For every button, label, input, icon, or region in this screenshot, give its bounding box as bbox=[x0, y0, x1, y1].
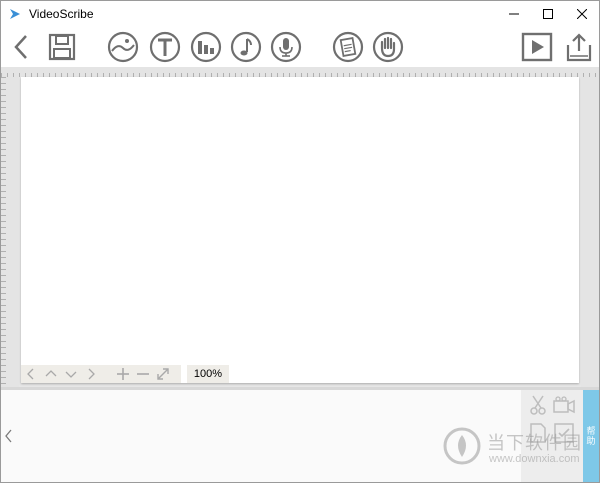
watermark-logo-icon bbox=[443, 427, 481, 465]
add-image-button[interactable] bbox=[106, 30, 140, 64]
back-button[interactable] bbox=[5, 30, 39, 64]
pan-right-button[interactable] bbox=[81, 365, 101, 383]
close-icon bbox=[577, 9, 587, 19]
plus-icon bbox=[117, 368, 129, 380]
close-button[interactable] bbox=[565, 1, 599, 27]
videoscribe-logo-icon bbox=[9, 7, 23, 21]
paper-icon bbox=[332, 31, 364, 63]
chevron-down-icon bbox=[65, 371, 77, 378]
scissors-icon bbox=[530, 395, 546, 415]
minimize-icon bbox=[509, 13, 519, 15]
canvas-navigation-bar bbox=[21, 365, 181, 383]
add-music-button[interactable] bbox=[229, 30, 263, 64]
videoscribe-window: VideoScribe 100% 帮助 当下软件园 www.downxia.co… bbox=[0, 0, 600, 483]
hand-button[interactable] bbox=[371, 30, 405, 64]
chevron-right-icon bbox=[88, 368, 95, 380]
hand-icon bbox=[372, 31, 404, 63]
chevron-left-icon bbox=[14, 35, 27, 59]
watermark-text: 当下软件园 bbox=[487, 433, 582, 453]
publish-button[interactable] bbox=[562, 30, 596, 64]
cut-button[interactable] bbox=[527, 394, 549, 416]
camera-button[interactable] bbox=[553, 394, 575, 416]
right-gutter bbox=[581, 77, 599, 387]
background-button[interactable] bbox=[331, 30, 365, 64]
play-icon bbox=[521, 32, 553, 62]
minimize-button[interactable] bbox=[497, 1, 531, 27]
timeline-scroll-left[interactable] bbox=[3, 426, 15, 446]
zoom-out-button[interactable] bbox=[133, 365, 153, 383]
camera-icon bbox=[553, 396, 575, 414]
bar-chart-icon bbox=[190, 31, 222, 63]
chevron-up-icon bbox=[45, 370, 57, 377]
expand-icon bbox=[157, 368, 169, 380]
title-bar: VideoScribe bbox=[1, 1, 599, 27]
chevron-left-icon bbox=[5, 429, 12, 443]
upload-icon bbox=[566, 33, 592, 62]
music-note-icon bbox=[230, 31, 262, 63]
save-button[interactable] bbox=[45, 30, 79, 64]
zoom-level: 100% bbox=[187, 365, 229, 383]
pan-down-button[interactable] bbox=[61, 365, 81, 383]
window-title: VideoScribe bbox=[29, 7, 94, 21]
chevron-left-icon bbox=[27, 368, 34, 380]
scribe-canvas[interactable] bbox=[21, 77, 579, 383]
microphone-icon bbox=[270, 31, 302, 63]
add-text-button[interactable] bbox=[148, 30, 182, 64]
fit-screen-button[interactable] bbox=[153, 365, 173, 383]
main-toolbar bbox=[1, 27, 599, 67]
pan-left-button[interactable] bbox=[21, 365, 41, 383]
pan-up-button[interactable] bbox=[41, 365, 61, 383]
text-t-icon bbox=[149, 31, 181, 63]
horizontal-ruler bbox=[1, 67, 599, 77]
zoom-in-button[interactable] bbox=[113, 365, 133, 383]
image-icon bbox=[107, 31, 139, 63]
floppy-disk-icon bbox=[48, 33, 76, 61]
maximize-button[interactable] bbox=[531, 1, 565, 27]
minus-icon bbox=[137, 373, 149, 375]
add-chart-button[interactable] bbox=[189, 30, 223, 64]
add-voiceover-button[interactable] bbox=[269, 30, 303, 64]
watermark: 当下软件园 www.downxia.com bbox=[443, 421, 593, 471]
play-button[interactable] bbox=[520, 30, 554, 64]
vertical-ruler bbox=[1, 77, 19, 387]
watermark-url: www.downxia.com bbox=[489, 453, 580, 465]
maximize-icon bbox=[543, 9, 553, 19]
window-controls bbox=[497, 1, 599, 27]
